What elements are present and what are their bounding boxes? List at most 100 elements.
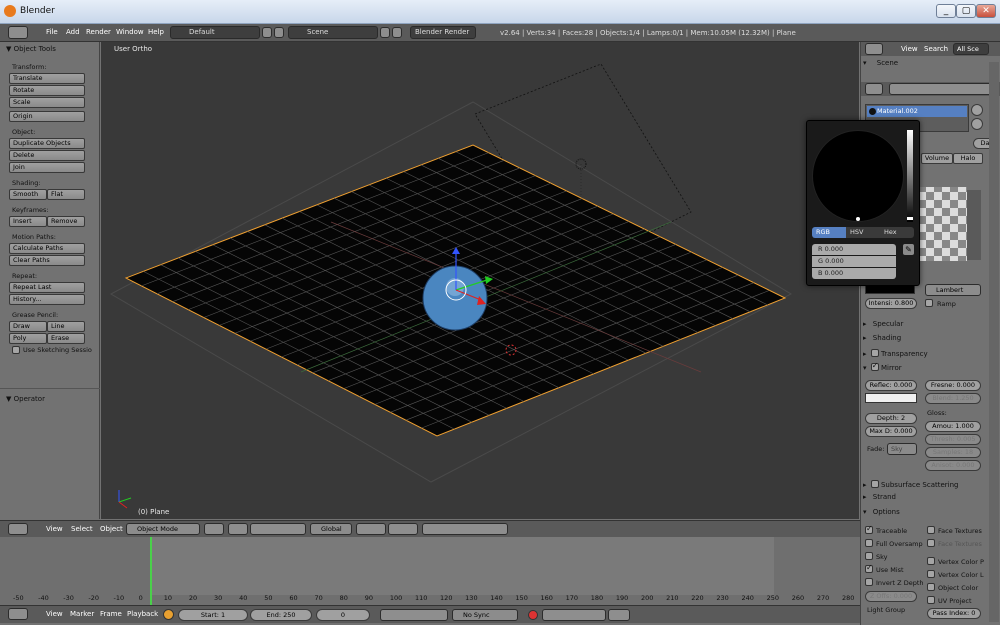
viewport-canvas[interactable] (101, 42, 859, 519)
editor-type-icon[interactable] (8, 26, 28, 39)
menu-search[interactable]: Search (924, 45, 948, 53)
gloss-amount-field[interactable]: Amou: 1.000 (925, 421, 981, 432)
minimize-button[interactable]: _ (936, 4, 956, 18)
mirror-color-swatch[interactable] (865, 393, 917, 403)
z-offset-field[interactable]: Z Offs: 0.000 (865, 591, 917, 602)
menu-add[interactable]: Add (66, 28, 80, 36)
gloss-samples-field[interactable]: Samples: 18 (925, 447, 981, 458)
display-mode-select[interactable]: All Sce (953, 43, 989, 55)
grease-erase-button[interactable]: Erase (47, 333, 85, 344)
color-wheel-cursor[interactable] (856, 217, 860, 221)
vertex-color-light-checkbox[interactable] (927, 570, 935, 578)
sky-checkbox[interactable] (865, 552, 873, 560)
close-button[interactable]: ✕ (976, 4, 996, 18)
pivot-point-select[interactable] (228, 523, 248, 535)
delete-button[interactable]: Delete (9, 150, 85, 161)
remove-layout-button[interactable] (274, 27, 284, 38)
menu-frame[interactable]: Frame (100, 610, 122, 618)
add-layout-button[interactable] (262, 27, 272, 38)
use-sketching-checkbox[interactable] (12, 346, 20, 354)
color-picker-popup[interactable]: RGB HSV Hex R 0.000 G 0.000 B 0.000 ✎ (806, 120, 920, 286)
editor-type-icon[interactable] (8, 523, 28, 535)
menu-object[interactable]: Object (100, 525, 123, 533)
depth-field[interactable]: Depth: 2 (865, 413, 917, 424)
pass-index-field[interactable]: Pass Index: 0 (927, 608, 981, 619)
duplicate-objects-button[interactable]: Duplicate Objects (9, 138, 85, 149)
tab-hex[interactable]: Hex (880, 227, 914, 238)
rotate-button[interactable]: Rotate (9, 85, 85, 96)
calculate-paths-button[interactable]: Calculate Paths (9, 243, 85, 254)
panel-specular[interactable]: ▸ Specular (863, 320, 903, 328)
start-frame-field[interactable]: Start: 1 (178, 609, 248, 621)
object-color-checkbox[interactable] (927, 583, 935, 591)
layer-buttons-1[interactable] (356, 523, 386, 535)
green-field[interactable]: G 0.000 (812, 256, 896, 267)
tab-rgb[interactable]: RGB (812, 227, 846, 238)
tab-volume[interactable]: Volume (921, 153, 953, 164)
tab-halo[interactable]: Halo (953, 153, 983, 164)
use-mist-checkbox[interactable] (865, 563, 873, 573)
mode-select[interactable]: Object Mode (126, 523, 200, 535)
editor-type-icon[interactable] (865, 43, 883, 55)
panel-operator[interactable]: ▼ Operator (6, 395, 45, 403)
editor-type-icon[interactable] (865, 83, 883, 95)
color-wheel[interactable] (812, 130, 904, 222)
blue-field[interactable]: B 0.000 (812, 268, 896, 279)
add-slot-button[interactable] (971, 104, 983, 116)
layout-select[interactable]: Default (170, 26, 260, 39)
viewport-shading-select[interactable] (204, 523, 224, 535)
gloss-threshold-field[interactable]: Thresh: 0.005 (925, 434, 981, 445)
vertex-color-paint-checkbox[interactable] (927, 557, 935, 565)
blend-field[interactable]: Blend: 1.250 (925, 393, 981, 404)
render-engine-select[interactable]: Blender Render (410, 26, 476, 39)
uv-project-checkbox[interactable] (927, 596, 935, 604)
menu-view[interactable]: View (46, 525, 63, 533)
invert-z-checkbox[interactable] (865, 578, 873, 586)
material-slot-selected[interactable]: Material.002 (867, 106, 967, 117)
grease-draw-button[interactable]: Draw (9, 321, 47, 332)
snap-tools[interactable] (422, 523, 508, 535)
face-textures-checkbox[interactable] (927, 526, 935, 534)
keyframe-buttons[interactable] (608, 609, 630, 621)
smooth-button[interactable]: Smooth (9, 189, 47, 200)
grease-line-button[interactable]: Line (47, 321, 85, 332)
remove-slot-button[interactable] (971, 118, 983, 130)
panel-shading[interactable]: ▸ Shading (863, 334, 901, 342)
panel-sss[interactable]: ▸ Subsurface Scattering (863, 479, 958, 489)
record-icon[interactable] (528, 610, 538, 620)
menu-view[interactable]: View (46, 610, 63, 618)
menu-select[interactable]: Select (71, 525, 93, 533)
context-tabs[interactable] (889, 83, 997, 95)
panel-transparency[interactable]: ▸ Transparency (863, 348, 928, 358)
editor-type-icon[interactable] (8, 608, 28, 620)
diffuse-shader-select[interactable]: Lambert (925, 284, 981, 296)
menu-playback[interactable]: Playback (127, 610, 158, 618)
flat-button[interactable]: Flat (47, 189, 85, 200)
red-field[interactable]: R 0.000 (812, 244, 896, 255)
value-slider[interactable] (907, 130, 913, 222)
full-oversampling-checkbox[interactable] (865, 539, 873, 547)
panel-strand[interactable]: ▸ Strand (863, 493, 896, 501)
repeat-last-button[interactable]: Repeat Last (9, 282, 85, 293)
origin-button[interactable]: Origin (9, 111, 85, 122)
intensity-field[interactable]: Intensi: 0.800 (865, 298, 917, 309)
insert-keyframe-button[interactable]: Insert (9, 216, 47, 227)
value-slider-handle[interactable] (907, 217, 913, 220)
menu-help[interactable]: Help (148, 28, 164, 36)
menu-file[interactable]: File (46, 28, 58, 36)
fade-to-select[interactable]: Sky (887, 443, 917, 455)
current-frame-field[interactable]: 0 (316, 609, 370, 621)
orientation-select[interactable]: Global (310, 523, 352, 535)
remove-keyframe-button[interactable]: Remove (47, 216, 85, 227)
sync-mode-select[interactable]: No Sync (452, 609, 518, 621)
properties-scrollbar[interactable] (989, 62, 999, 622)
maximize-button[interactable]: ▢ (956, 4, 976, 18)
menu-window[interactable]: Window (116, 28, 144, 36)
grease-poly-button[interactable]: Poly (9, 333, 47, 344)
scale-button[interactable]: Scale (9, 97, 85, 108)
translate-button[interactable]: Translate (9, 73, 85, 84)
menu-render[interactable]: Render (86, 28, 111, 36)
outliner-scene-item[interactable]: ▾ Scene (863, 59, 898, 67)
manipulator-toggles[interactable] (250, 523, 306, 535)
menu-marker[interactable]: Marker (70, 610, 94, 618)
